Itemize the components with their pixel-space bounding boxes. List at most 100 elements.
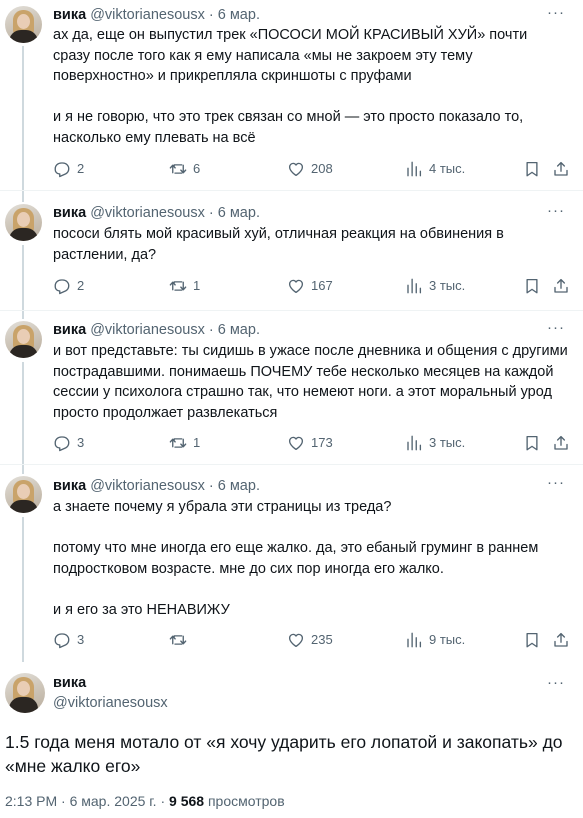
- separator-dot: ·: [208, 205, 214, 221]
- heart-icon: [288, 633, 304, 648]
- author-handle[interactable]: @viktorianesousx: [90, 205, 205, 221]
- bookmark-button[interactable]: [523, 276, 541, 296]
- avatar[interactable]: [5, 204, 42, 241]
- avatar[interactable]: [5, 321, 42, 358]
- tweet-paragraph: потому что мне иногда его еще жалко. да,…: [53, 540, 539, 577]
- tweet-meta: 2:13 PM · 6 мар. 2025 г. · 9 568 просмот…: [5, 791, 285, 811]
- avatar[interactable]: [5, 6, 42, 43]
- tweet-text: а знаете почему я убрала эти страницы из…: [53, 497, 568, 620]
- reply-button[interactable]: 3: [53, 630, 84, 650]
- tweet-date[interactable]: 6 мар.: [218, 478, 260, 494]
- tweet-header: вика @viktorianesousx · 6 мар.: [53, 476, 260, 496]
- like-count: 235: [311, 632, 333, 647]
- views-button[interactable]: 4 тыс.: [405, 159, 465, 179]
- retweet-icon: [169, 438, 187, 448]
- share-button[interactable]: [552, 159, 570, 179]
- views-label: просмотров: [207, 793, 285, 809]
- tweet-actions: 3 235 9 тыс.: [53, 630, 571, 650]
- retweet-button[interactable]: 6: [169, 159, 200, 179]
- reply-icon: [54, 279, 70, 295]
- tweet-text: ах да, еще он выпустил трек «ПОСОСИ МОЙ …: [53, 25, 568, 148]
- tweet-text: 1.5 года меня мотало от «я хочу ударить …: [5, 732, 563, 776]
- reply-button[interactable]: 2: [53, 159, 84, 179]
- bookmark-icon: [526, 435, 538, 451]
- bookmark-icon: [526, 632, 538, 648]
- bookmark-icon: [526, 161, 538, 177]
- tweet[interactable]: вика @viktorianesousx · 6 мар. ··· а зна…: [0, 472, 583, 662]
- tweet-header: вика @viktorianesousx · 6 мар.: [53, 203, 260, 223]
- reply-icon: [54, 633, 70, 649]
- retweet-button[interactable]: [169, 630, 193, 650]
- share-icon: [554, 161, 568, 176]
- tweet-date[interactable]: 6 мар.: [218, 322, 260, 338]
- tweet-actions: 2 1 167 3 тыс.: [53, 276, 571, 296]
- author-name[interactable]: вика: [53, 673, 86, 693]
- avatar[interactable]: [5, 673, 45, 713]
- views-button[interactable]: 3 тыс.: [405, 276, 465, 296]
- like-button[interactable]: 173: [287, 433, 333, 453]
- reply-button[interactable]: 2: [53, 276, 84, 296]
- views-count: 3 тыс.: [429, 278, 466, 293]
- tweet-date[interactable]: 6 мар.: [218, 7, 260, 23]
- author-handle[interactable]: @viktorianesousx: [90, 7, 205, 23]
- author-name[interactable]: вика: [53, 205, 86, 221]
- tweet[interactable]: вика @viktorianesousx · 6 мар. ··· ах да…: [0, 0, 583, 190]
- share-icon: [554, 435, 568, 450]
- views-count: 4 тыс.: [429, 161, 466, 176]
- views-chart-icon: [407, 435, 422, 451]
- retweet-icon: [169, 635, 187, 645]
- tweet-date[interactable]: 6 мар.: [218, 205, 260, 221]
- bookmark-button[interactable]: [523, 630, 541, 650]
- reply-button[interactable]: 3: [53, 433, 84, 453]
- tweet-paragraph: пососи блять мой красивый хуй, отличная …: [53, 226, 504, 263]
- author-name[interactable]: вика: [53, 7, 86, 23]
- retweet-count: 6: [193, 161, 201, 176]
- views-chart-icon: [407, 278, 422, 294]
- retweet-icon: [169, 164, 187, 174]
- retweet-button[interactable]: 1: [169, 276, 200, 296]
- views-button[interactable]: 3 тыс.: [405, 433, 465, 453]
- views-button[interactable]: 9 тыс.: [405, 630, 465, 650]
- more-dots-icon[interactable]: ···: [547, 675, 565, 696]
- heart-icon: [288, 279, 304, 294]
- heart-icon: [288, 162, 304, 177]
- tweet-paragraph: ах да, еще он выпустил трек «ПОСОСИ МОЙ …: [53, 27, 528, 84]
- retweet-count: 1: [193, 278, 201, 293]
- divider: [0, 190, 583, 191]
- more-dots-icon[interactable]: ···: [547, 320, 565, 341]
- retweet-count: 1: [193, 435, 201, 450]
- more-dots-icon[interactable]: ···: [547, 475, 565, 496]
- views-chart-icon: [407, 632, 422, 648]
- tweet[interactable]: вика @viktorianesousx · 6 мар. ··· и вот…: [0, 317, 583, 464]
- author-handle[interactable]: @viktorianesousx: [90, 478, 205, 494]
- author-name[interactable]: вика: [53, 322, 86, 338]
- like-button[interactable]: 235: [287, 630, 333, 650]
- retweet-button[interactable]: 1: [169, 433, 200, 453]
- like-button[interactable]: 167: [287, 276, 333, 296]
- share-button[interactable]: [552, 433, 570, 453]
- views-count: 3 тыс.: [429, 435, 466, 450]
- bookmark-button[interactable]: [523, 159, 541, 179]
- share-button[interactable]: [552, 630, 570, 650]
- reply-count: 3: [77, 632, 85, 647]
- author-name[interactable]: вика: [53, 478, 86, 494]
- tweet-date[interactable]: 6 мар. 2025 г.: [70, 793, 157, 809]
- tweet[interactable]: вика @viktorianesousx · 6 мар. ··· посос…: [0, 200, 583, 310]
- like-count: 167: [311, 278, 333, 293]
- separator-dot: ·: [208, 322, 214, 338]
- tweet-header: вика @viktorianesousx · 6 мар.: [53, 320, 260, 340]
- tweet-time[interactable]: 2:13 PM: [5, 793, 57, 809]
- like-button[interactable]: 208: [287, 159, 333, 179]
- more-dots-icon[interactable]: ···: [547, 203, 565, 224]
- bookmark-button[interactable]: [523, 433, 541, 453]
- more-dots-icon[interactable]: ···: [547, 5, 565, 26]
- share-button[interactable]: [552, 276, 570, 296]
- reply-icon: [54, 436, 70, 452]
- like-count: 208: [311, 161, 333, 176]
- heart-icon: [288, 436, 304, 451]
- share-icon: [554, 632, 568, 647]
- author-handle[interactable]: @viktorianesousx: [90, 322, 205, 338]
- views-chart-icon: [407, 161, 422, 177]
- author-handle[interactable]: @viktorianesousx: [53, 693, 168, 713]
- avatar[interactable]: [5, 476, 42, 513]
